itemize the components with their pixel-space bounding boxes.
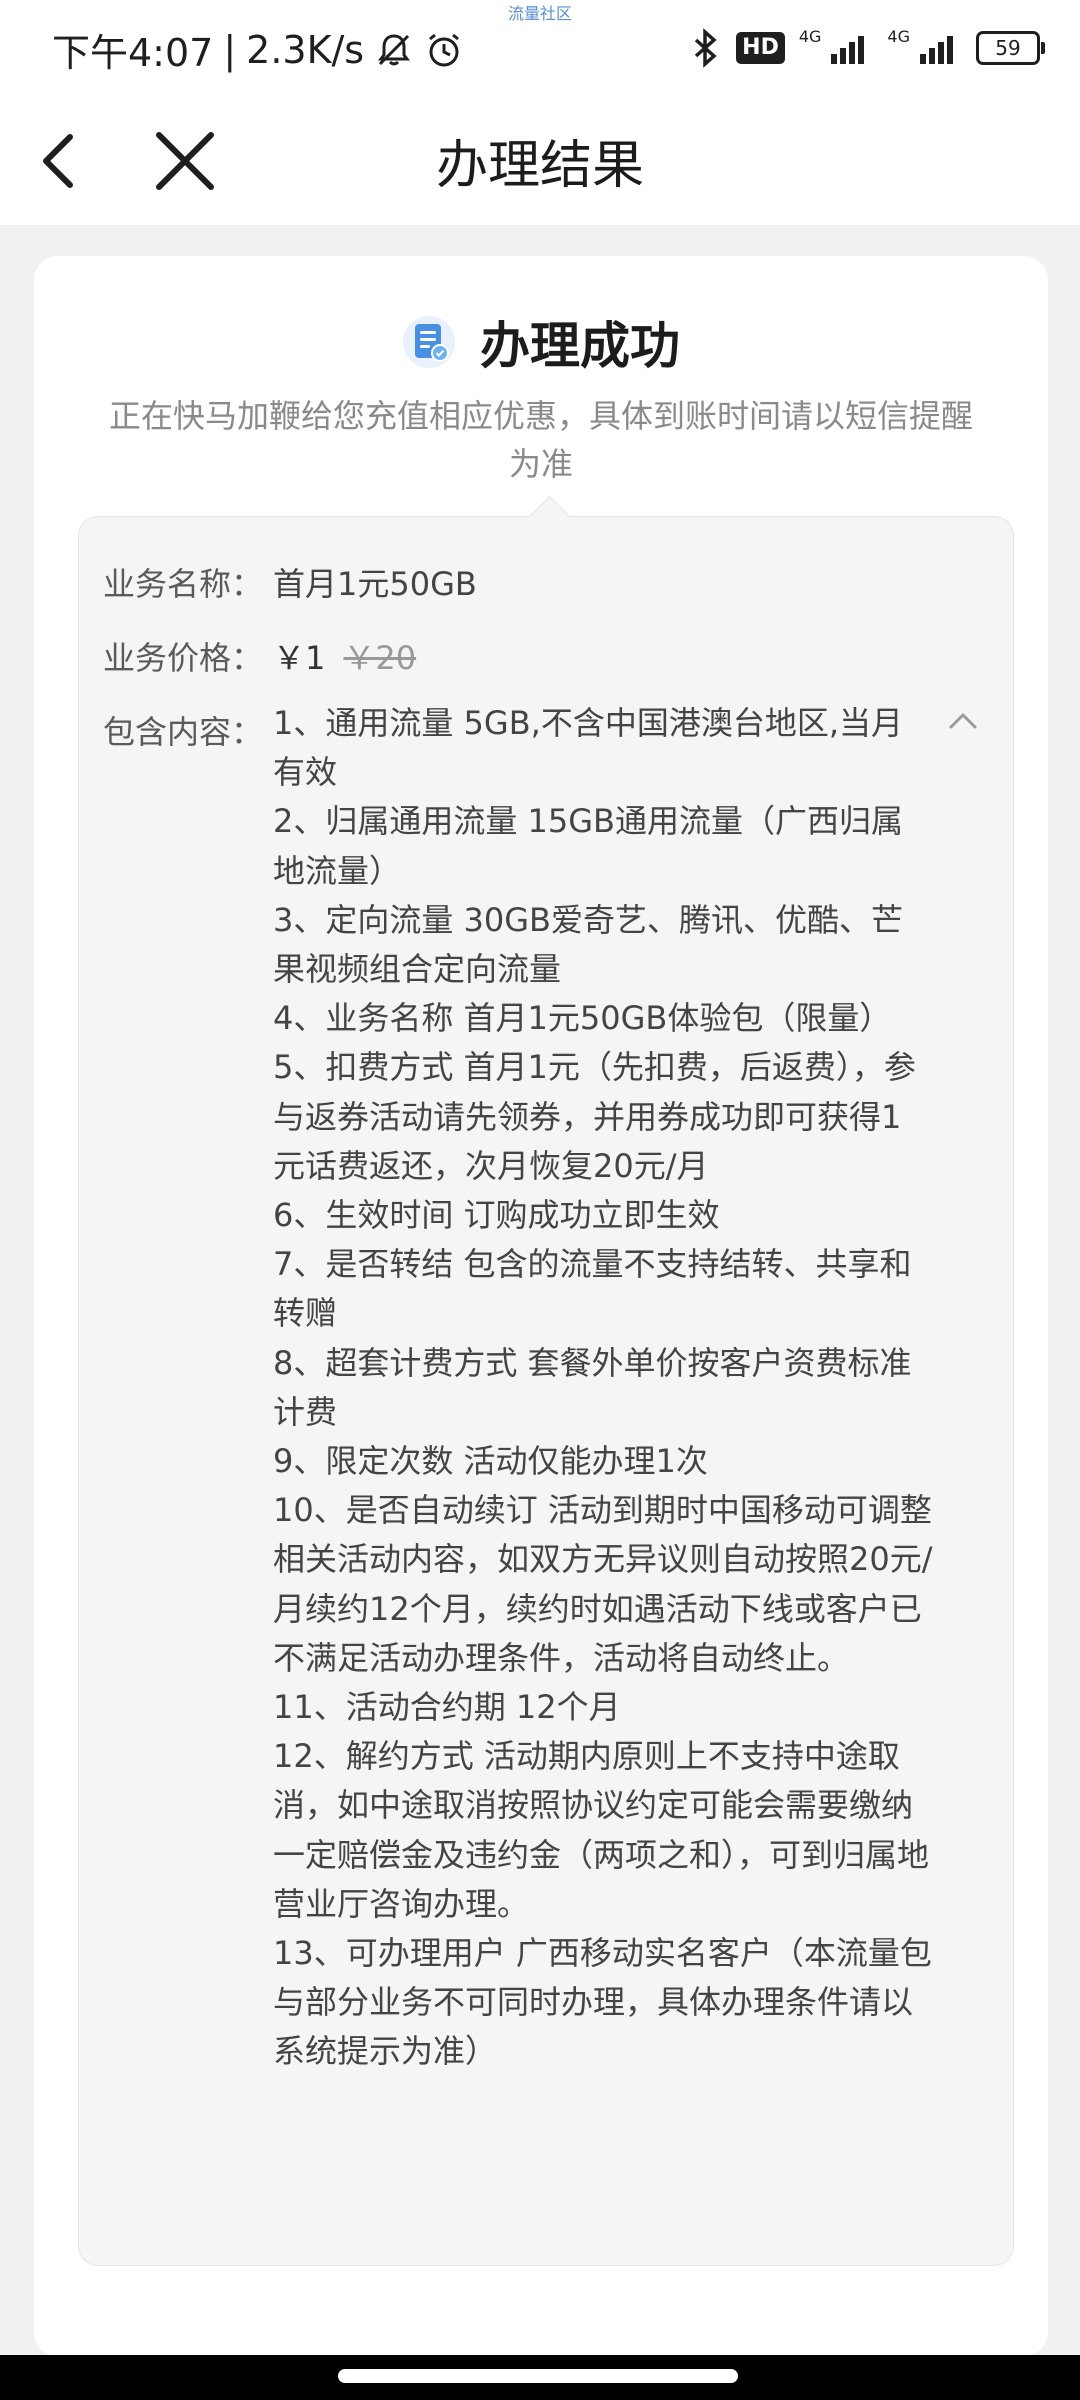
list-item: 3、定向流量 30GB爱奇艺、腾讯、优酷、芒果视频组合定向流量 — [273, 900, 904, 989]
mute-bell-icon — [378, 33, 411, 65]
document-check-icon — [403, 316, 455, 368]
network-type-1: 4G — [798, 26, 822, 46]
price-value: ￥1 ￥20 — [273, 633, 416, 679]
list-item: 1、通用流量 5GB,不含中国港澳台地区,当月有效 — [273, 704, 903, 792]
price-old: ￥20 — [343, 639, 417, 677]
content-label: 包含内容： — [103, 713, 264, 751]
list-item: 7、是否转结 包含的流量不支持结转、共享和转赠 — [273, 1245, 912, 1333]
price-now: ￥1 — [273, 639, 326, 677]
home-indicator[interactable] — [338, 2369, 738, 2383]
price-label: 业务价格： — [103, 639, 264, 677]
list-item: 13、可办理用户 广西移动实名客户（本流量包与部分业务不可同时办理，具体办理条件… — [273, 1934, 932, 2071]
content-list: 1、通用流量 5GB,不含中国港澳台地区,当月有效 2、归属通用流量 15GB通… — [273, 699, 933, 2077]
list-item: 11、活动合约期 12个月 — [273, 1688, 621, 1727]
chevron-up-icon[interactable] — [945, 709, 981, 733]
result-card: 办理成功 正在快马加鞭给您充值相应优惠，具体到账时间请以短信提醒为准 业务名称：… — [34, 256, 1048, 2356]
network-speed: 2.3K/s — [246, 27, 365, 72]
bluetooth-icon — [694, 28, 717, 68]
signal-icon — [920, 36, 953, 64]
system-nav-bar — [0, 2355, 1080, 2400]
watermark-text: 流量社区 — [507, 4, 572, 23]
list-item: 6、生效时间 订购成功立即生效 — [273, 1196, 720, 1235]
list-item: 12、解约方式 活动期内原则上不支持中途取消，如中途取消按照协议约定可能会需要缴… — [273, 1737, 930, 1923]
result-description: 正在快马加鞭给您充值相应优惠，具体到账时间请以短信提醒为准 — [108, 397, 973, 483]
network-type-2: 4G — [887, 26, 910, 46]
status-time: 下午4:07 — [52, 31, 214, 75]
list-item: 5、扣费方式 首月1元（先扣费，后返费），参与返券活动请先领券，并用券成功即可获… — [273, 1048, 916, 1185]
list-item: 9、限定次数 活动仅能办理1次 — [273, 1442, 708, 1481]
list-item: 10、是否自动续订 活动到期时中国移动可调整相关活动内容，如双方无异议则自动按照… — [273, 1491, 933, 1677]
name-label: 业务名称： — [103, 565, 264, 603]
result-header: 办理成功 — [34, 306, 1048, 378]
battery-icon: 59 — [976, 31, 1045, 65]
detail-box: 业务名称： 首月1元50GB 业务价格： ￥1 ￥20 包含内容： 1、通用流量 … — [78, 516, 1014, 2266]
name-value: 首月1元50GB — [273, 565, 477, 603]
status-separator: | — [223, 27, 237, 72]
nav-bar: 办理结果 — [0, 95, 1080, 225]
list-item: 8、超套计费方式 套餐外单价按客户资费标准计费 — [273, 1343, 912, 1431]
alarm-icon — [429, 33, 460, 66]
status-bar: 流量社区 下午4:07 | 2.3K/s HD 4G 4G 59 — [0, 0, 1080, 95]
status-left: 下午4:07 | 2.3K/s — [52, 22, 464, 77]
result-title: 办理成功 — [480, 317, 680, 375]
signal-icon — [831, 36, 865, 64]
list-item: 2、归属通用流量 15GB通用流量（广西归属地流量） — [273, 802, 904, 890]
hd-badge: HD — [736, 32, 785, 64]
list-item: 4、业务名称 首月1元50GB体验包（限量） — [273, 999, 892, 1038]
status-right: HD 4G 4G 59 — [690, 26, 1045, 68]
page-title: 办理结果 — [435, 136, 644, 196]
